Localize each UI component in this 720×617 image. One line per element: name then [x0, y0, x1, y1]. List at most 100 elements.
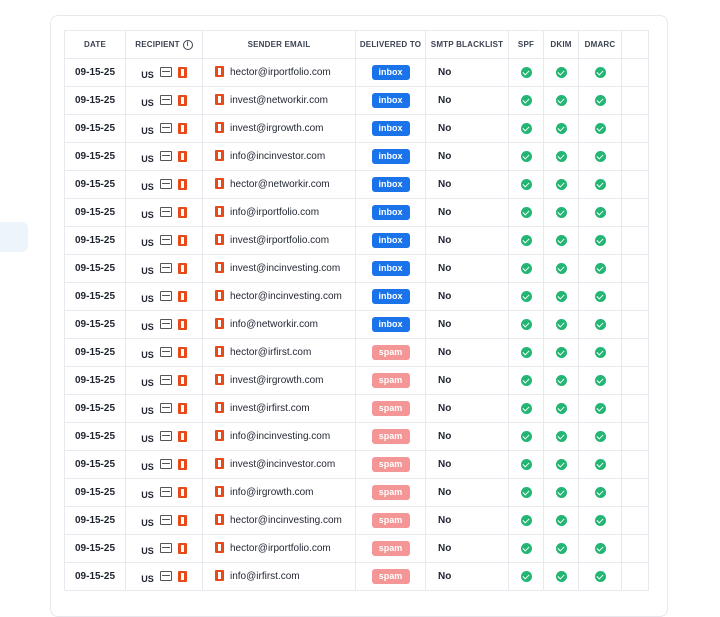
sender-email-text: invest@networkir.com [230, 95, 328, 107]
table-row[interactable]: 09-15-25 US invest@irgrowth.com inbox No [64, 114, 649, 143]
table-row[interactable]: 09-15-25 US info@irfirst.com spam No [64, 562, 649, 591]
table-row[interactable]: 09-15-25 US invest@incinvestor.com spam No [64, 450, 649, 479]
header-date[interactable]: DATE [64, 30, 126, 59]
table-row[interactable]: 09-15-25 US invest@networkir.com inbox No [64, 86, 649, 115]
row-sender-email: info@networkir.com [202, 310, 356, 339]
header-dmarc[interactable]: DMARC [578, 30, 622, 59]
table-row[interactable]: 09-15-25 US invest@irgrowth.com spam No [64, 366, 649, 395]
row-dkim [543, 506, 579, 535]
table-row[interactable]: 09-15-25 US hector@incinvesting.com spam No [64, 506, 649, 535]
row-extra [621, 562, 649, 591]
row-spf [508, 114, 544, 143]
header-spf[interactable]: SPF [508, 30, 544, 59]
header-sender-email[interactable]: SENDER EMAIL [202, 30, 356, 59]
inbox-tray-icon [159, 95, 172, 106]
table-row[interactable]: 09-15-25 US info@irportfolio.com inbox No [64, 198, 649, 227]
row-extra [621, 478, 649, 507]
row-extra [621, 86, 649, 115]
info-icon[interactable]: i [182, 39, 193, 50]
table-row[interactable]: 09-15-25 US hector@irportfolio.com inbox No [64, 58, 649, 87]
table-row[interactable]: 09-15-25 US invest@irfirst.com spam No [64, 394, 649, 423]
deliverability-table: DATE RECIPIENT i SENDER EMAIL DELIVERED T… [64, 30, 649, 591]
row-spf [508, 366, 544, 395]
check-circle-icon [594, 206, 606, 218]
sender-email-text: invest@irportfolio.com [230, 235, 330, 247]
table-row[interactable]: 09-15-25 US hector@irportfolio.com spam No [64, 534, 649, 563]
header-recipient[interactable]: RECIPIENT i [125, 30, 203, 59]
office365-icon [177, 402, 187, 414]
recipient-country: US [141, 350, 154, 361]
delivered-badge: inbox [371, 149, 410, 164]
row-sender-email: hector@incinvesting.com [202, 282, 356, 311]
header-dkim[interactable]: DKIM [543, 30, 579, 59]
table-row[interactable]: 09-15-25 US invest@incinvesting.com inbox No [64, 254, 649, 283]
row-dmarc [578, 226, 622, 255]
row-dkim [543, 198, 579, 227]
inbox-tray-icon [159, 235, 172, 246]
row-delivered-to: spam [355, 478, 426, 507]
recipient-country: US [141, 154, 154, 165]
table-row[interactable]: 09-15-25 US invest@irportfolio.com inbox No [64, 226, 649, 255]
inbox-tray-icon [159, 515, 172, 526]
check-circle-icon [594, 430, 606, 442]
row-dmarc [578, 450, 622, 479]
row-delivered-to: inbox [355, 58, 426, 87]
sidebar-active-pill[interactable] [0, 222, 28, 252]
row-dkim [543, 338, 579, 367]
inbox-tray-icon [159, 403, 172, 414]
row-dmarc [578, 422, 622, 451]
check-circle-icon [520, 234, 532, 246]
row-dkim [543, 170, 579, 199]
header-recipient-label: RECIPIENT [135, 39, 180, 49]
row-delivered-to: spam [355, 394, 426, 423]
row-smtp-blacklist: No [425, 394, 509, 423]
row-dmarc [578, 506, 622, 535]
delivered-badge: spam [371, 541, 410, 556]
table-row[interactable]: 09-15-25 US hector@incinvesting.com inbox No [64, 282, 649, 311]
check-circle-icon [594, 374, 606, 386]
inbox-tray-icon [159, 487, 172, 498]
inbox-tray-icon [159, 347, 172, 358]
office365-icon [215, 93, 224, 105]
table-row[interactable]: 09-15-25 US hector@networkir.com inbox No [64, 170, 649, 199]
row-dkim [543, 86, 579, 115]
header-extra [621, 30, 649, 59]
table-row[interactable]: 09-15-25 US info@irgrowth.com spam No [64, 478, 649, 507]
check-circle-icon [594, 542, 606, 554]
delivered-badge: inbox [371, 177, 410, 192]
row-smtp-blacklist: No [425, 142, 509, 171]
row-dkim [543, 58, 579, 87]
row-sender-email: invest@incinvestor.com [202, 450, 356, 479]
row-dmarc [578, 198, 622, 227]
sender-email-text: invest@irgrowth.com [230, 375, 324, 387]
row-sender-email: info@irportfolio.com [202, 198, 356, 227]
row-date: 09-15-25 [64, 198, 126, 227]
sender-email-text: invest@irgrowth.com [230, 123, 324, 135]
table-row[interactable]: 09-15-25 US info@incinvestor.com inbox No [64, 142, 649, 171]
table-row[interactable]: 09-15-25 US info@incinvesting.com spam No [64, 422, 649, 451]
row-spf [508, 142, 544, 171]
row-delivered-to: spam [355, 534, 426, 563]
row-smtp-blacklist: No [425, 422, 509, 451]
row-recipient: US [125, 310, 203, 339]
row-extra [621, 254, 649, 283]
header-delivered-to[interactable]: DELIVERED TO [355, 30, 426, 59]
row-sender-email: invest@irfirst.com [202, 394, 356, 423]
row-spf [508, 86, 544, 115]
office365-icon [177, 542, 187, 554]
table-row[interactable]: 09-15-25 US info@networkir.com inbox No [64, 310, 649, 339]
row-spf [508, 310, 544, 339]
table-row[interactable]: 09-15-25 US hector@irfirst.com spam No [64, 338, 649, 367]
office365-icon [215, 345, 224, 357]
row-smtp-blacklist: No [425, 562, 509, 591]
delivered-badge: inbox [371, 233, 410, 248]
header-smtp-blacklist[interactable]: SMTP BLACKLIST [425, 30, 509, 59]
check-circle-icon [520, 402, 532, 414]
check-circle-icon [555, 150, 567, 162]
row-dmarc [578, 58, 622, 87]
recipient-country: US [141, 462, 154, 473]
inbox-tray-icon [159, 291, 172, 302]
office365-icon [215, 569, 224, 581]
delivered-badge: spam [371, 513, 410, 528]
delivered-badge: spam [371, 345, 410, 360]
